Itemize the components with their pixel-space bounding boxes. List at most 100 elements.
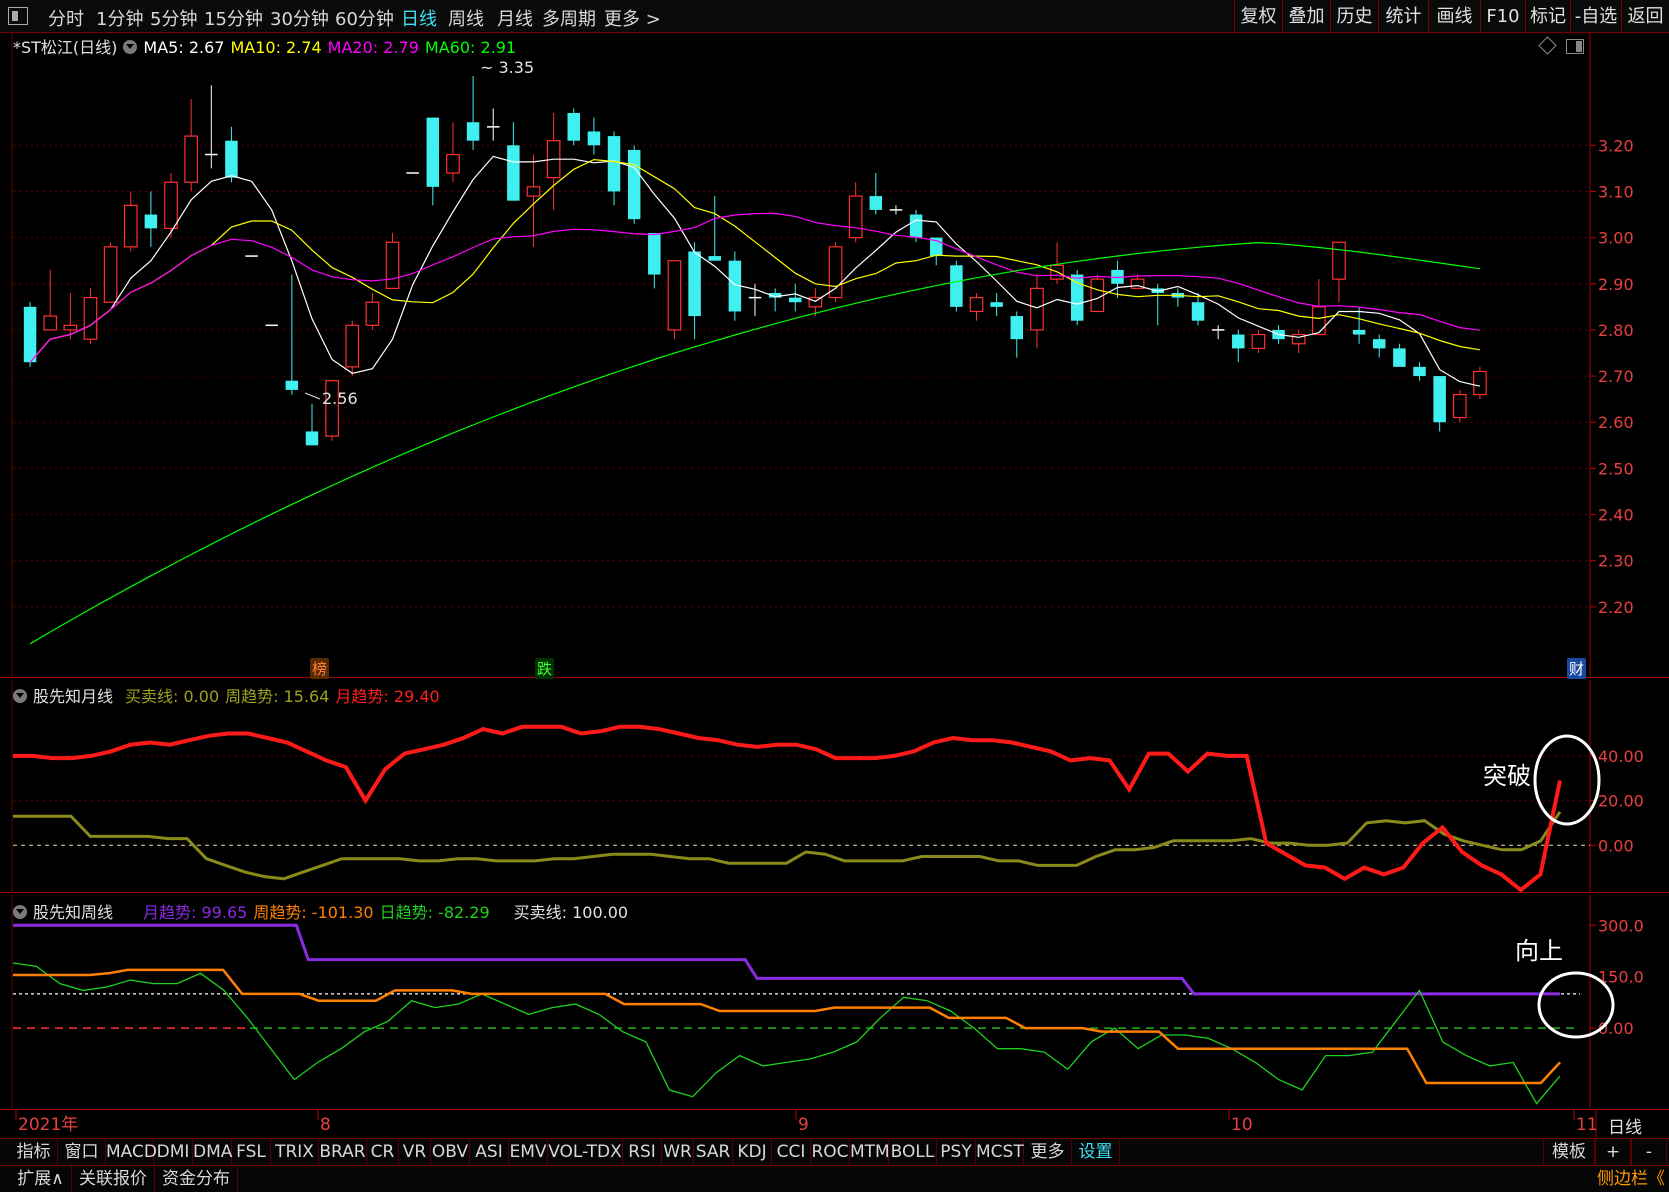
- y-tick-label: 2.30: [1598, 552, 1634, 571]
- indicator-tab[interactable]: MTM: [850, 1139, 890, 1165]
- panel-layout-icon[interactable]: [1566, 39, 1584, 54]
- toolbar-button[interactable]: F10: [1480, 0, 1525, 33]
- x-tick-label: 2021年: [18, 1115, 78, 1135]
- toolbar-button[interactable]: 统计: [1378, 0, 1428, 33]
- ma-value: MA10: 2.74: [230, 38, 322, 57]
- timeframe-tab[interactable]: 30分钟: [270, 5, 329, 31]
- indicator-tab[interactable]: ROC: [811, 1139, 850, 1165]
- x-tick-label: 9: [798, 1115, 809, 1135]
- collapse-icon[interactable]: [13, 905, 27, 919]
- indicator-tab[interactable]: 更多: [1024, 1139, 1072, 1165]
- indicator-tab[interactable]: PSY: [937, 1139, 976, 1165]
- event-marker[interactable]: 跌: [535, 658, 555, 679]
- y-tick-label: 2.50: [1598, 459, 1634, 478]
- weekly-indicator-name: 股先知周线: [33, 903, 114, 922]
- candle-body: [285, 380, 299, 390]
- sidebar-toggle[interactable]: 侧边栏《: [1597, 1166, 1665, 1192]
- breakout-annotation: 突破: [1483, 762, 1531, 790]
- timeframe-tab[interactable]: 月线: [497, 5, 533, 31]
- indicator-value: 日趋势: -82.29: [379, 903, 490, 922]
- toolbar-button[interactable]: 复权: [1234, 0, 1282, 33]
- y-tick-label: 0.00: [1598, 836, 1634, 855]
- indicator-tab[interactable]: ASI: [470, 1139, 509, 1165]
- candle-body: [1332, 241, 1346, 280]
- candle-body: [83, 297, 98, 340]
- indicator-tab[interactable]: VOL-TDX: [548, 1139, 623, 1165]
- status-bar-button[interactable]: 扩展∧: [10, 1166, 72, 1192]
- monthly-indicator-chart[interactable]: 40.00 20.00 0.00 突破: [0, 680, 1669, 893]
- candle-body: [648, 233, 661, 275]
- candle-body: [1251, 333, 1266, 349]
- timeframe-tab[interactable]: 多周期: [542, 5, 596, 31]
- timeframe-tab[interactable]: 分时: [48, 5, 84, 31]
- candle-body: [385, 241, 400, 289]
- indicator-value: 月趋势: 29.40: [335, 687, 440, 706]
- y-tick-label: 2.40: [1598, 506, 1634, 525]
- candle-body: [1030, 287, 1044, 331]
- indicator-tab[interactable]: DMI: [154, 1139, 193, 1165]
- ma-value: MA60: 2.91: [424, 38, 517, 57]
- indicator-tab[interactable]: 窗口: [58, 1139, 106, 1165]
- indicator-tab[interactable]: FSL: [232, 1139, 271, 1165]
- candle-body: [1090, 278, 1105, 313]
- indicator-tab[interactable]: WR: [662, 1139, 694, 1165]
- candle-body: [1373, 339, 1386, 349]
- price-chart[interactable]: 3.20 3.10 3.00 2.90 2.80 2.70 2.60 2.50 2.40 2.30…: [0, 33, 1669, 678]
- indicator-tab[interactable]: CR: [367, 1139, 399, 1165]
- high-price-label: ~ 3.35: [480, 58, 534, 77]
- menu-toggle-icon[interactable]: [8, 7, 28, 25]
- indicator-tab[interactable]: 设置: [1072, 1139, 1120, 1165]
- timeframe-tab[interactable]: 5分钟: [150, 5, 197, 31]
- indicator-tab[interactable]: OBV: [431, 1139, 470, 1165]
- collapse-icon[interactable]: [123, 40, 138, 54]
- candle-body: [184, 135, 199, 183]
- indicator-tab[interactable]: SAR: [694, 1139, 733, 1165]
- indicator-tab[interactable]: MCST: [976, 1139, 1024, 1165]
- candle-body: [1352, 329, 1366, 335]
- toolbar-button[interactable]: 画线: [1428, 0, 1480, 33]
- candle-body: [667, 260, 682, 331]
- status-bar-button[interactable]: 关联报价: [72, 1166, 155, 1192]
- candle-body: [43, 315, 58, 331]
- indicator-tab[interactable]: 指标: [10, 1139, 58, 1165]
- timeframe-tab[interactable]: 更多 >: [604, 5, 661, 31]
- toolbar-button[interactable]: 叠加: [1282, 0, 1330, 33]
- indicator-tab[interactable]: EMV: [509, 1139, 548, 1165]
- timeframe-tab[interactable]: 60分钟: [335, 5, 394, 31]
- event-marker[interactable]: 榜: [310, 658, 330, 679]
- indicator-tab[interactable]: MACD: [106, 1139, 157, 1165]
- candle-body: [1413, 366, 1426, 377]
- weekly-indicator-chart[interactable]: 300.0150.00.00向上: [0, 895, 1669, 1110]
- indicator-tab[interactable]: BOLL: [889, 1139, 937, 1165]
- monthly-legend: 股先知月线 买卖线: 0.00 周趋势: 15.64 月趋势: 29.40: [13, 683, 452, 707]
- toolbar-button[interactable]: 标记: [1525, 0, 1570, 33]
- indicator-tab[interactable]: TRIX: [271, 1139, 319, 1165]
- indicator-tab[interactable]: DMA: [193, 1139, 232, 1165]
- tab-bar-button[interactable]: +: [1595, 1139, 1631, 1165]
- candle-body: [1311, 306, 1326, 336]
- timeframe-tab[interactable]: 1分钟: [96, 5, 143, 31]
- ma-legend-values: MA5: 2.67 MA10: 2.74 MA20: 2.79 MA60: 2.91: [143, 38, 522, 57]
- candle-body: [144, 214, 158, 229]
- collapse-icon[interactable]: [13, 689, 27, 703]
- indicator-tab[interactable]: VR: [399, 1139, 431, 1165]
- y-tick-label: 40.00: [1598, 747, 1644, 766]
- toolbar-button[interactable]: 历史: [1330, 0, 1378, 33]
- y-tick-label: 3.10: [1598, 182, 1634, 201]
- toolbar-button[interactable]: 返回: [1621, 0, 1669, 33]
- event-marker[interactable]: 财: [1567, 658, 1587, 679]
- candle-body: [688, 251, 701, 317]
- toolbar-button[interactable]: -自选: [1570, 0, 1621, 33]
- indicator-tab[interactable]: BRAR: [319, 1139, 367, 1165]
- candle-body: [1010, 316, 1024, 340]
- status-bar-button[interactable]: 资金分布: [155, 1166, 238, 1192]
- candle-body: [627, 149, 641, 220]
- timeframe-tab[interactable]: 日线: [401, 5, 437, 31]
- tab-bar-button[interactable]: 模板: [1543, 1139, 1595, 1165]
- tab-bar-button[interactable]: -: [1631, 1139, 1667, 1165]
- timeframe-tab[interactable]: 周线: [448, 5, 484, 31]
- indicator-tab[interactable]: KDJ: [733, 1139, 772, 1165]
- indicator-tab[interactable]: RSI: [623, 1139, 662, 1165]
- timeframe-tab[interactable]: 15分钟: [204, 5, 263, 31]
- indicator-tab[interactable]: CCI: [772, 1139, 811, 1165]
